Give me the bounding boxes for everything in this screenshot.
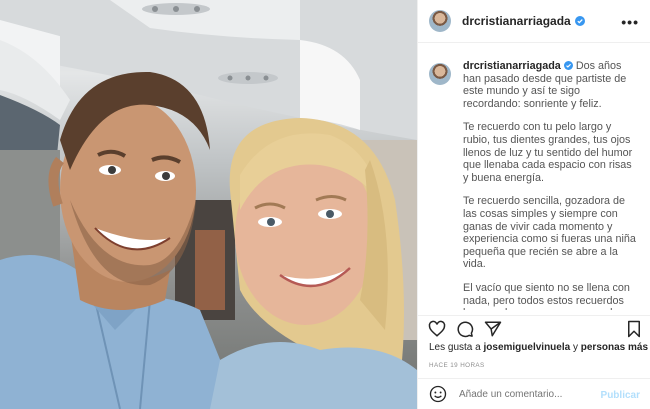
caption-paragraph-2: Te recuerdo con tu pelo largo y rubio, t… bbox=[463, 121, 633, 184]
publish-button[interactable]: Publicar bbox=[601, 390, 640, 401]
post-header: drcristianarriagada ••• bbox=[418, 0, 650, 43]
post-timestamp[interactable]: HACE 19 HORAS bbox=[429, 362, 485, 369]
caption-avatar[interactable] bbox=[429, 63, 451, 85]
caption-paragraph-3: Te recuerdo sencilla, gozadora de las co… bbox=[463, 195, 636, 271]
likes-prefix: Les gusta a bbox=[429, 342, 481, 353]
likes-summary: Les gusta a josemiguelvinuela y personas… bbox=[429, 342, 648, 353]
verified-badge-icon bbox=[574, 16, 585, 26]
caption-username-link[interactable]: drcristianarriagada bbox=[463, 60, 561, 72]
caption-paragraph-1: drcristianarriagada Dos años han pasado … bbox=[463, 60, 639, 110]
caption-verified-badge-icon bbox=[563, 61, 573, 70]
comment-bar: Publicar bbox=[418, 378, 650, 409]
caption: drcristianarriagada Dos años han pasado … bbox=[429, 60, 643, 310]
emoji-icon[interactable] bbox=[429, 385, 447, 403]
post-photo-illustration bbox=[0, 0, 417, 409]
post-photo[interactable] bbox=[0, 0, 417, 409]
like-heart-icon[interactable] bbox=[428, 320, 446, 338]
save-bookmark-icon[interactable] bbox=[625, 320, 643, 338]
caption-paragraph-4: El vacío que siento no se llena con nada… bbox=[463, 281, 630, 310]
comment-input[interactable] bbox=[459, 388, 589, 400]
likes-user-link[interactable]: josemiguelvinuela bbox=[484, 342, 571, 353]
comment-icon[interactable] bbox=[456, 320, 474, 338]
more-options-icon[interactable]: ••• bbox=[621, 14, 639, 30]
likes-middle: y bbox=[572, 342, 578, 353]
post-side-panel: drcristianarriagada ••• drcristianarriag… bbox=[417, 0, 650, 409]
username-link[interactable]: drcristianarriagada bbox=[462, 14, 571, 28]
caption-text: drcristianarriagada Dos años han pasado … bbox=[463, 60, 639, 310]
likes-others-link[interactable]: personas más bbox=[581, 342, 648, 353]
action-bar bbox=[418, 315, 650, 341]
avatar[interactable] bbox=[429, 10, 451, 32]
share-direct-icon[interactable] bbox=[484, 320, 502, 338]
